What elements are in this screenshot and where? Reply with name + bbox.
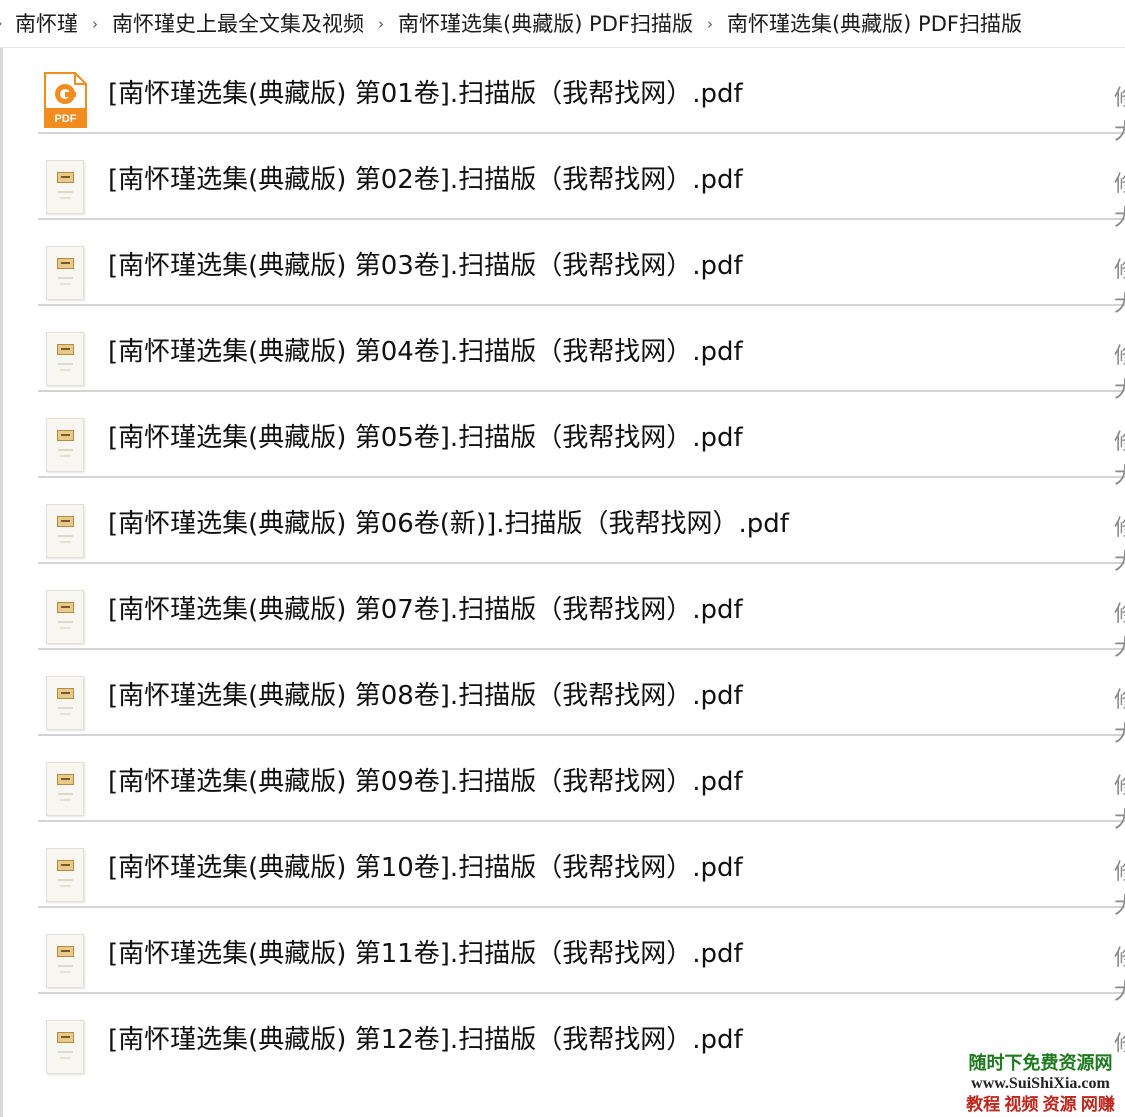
file-name[interactable]: [南怀瑾选集(典藏版) 第08卷].扫描版（我帮找网）.pdf: [108, 680, 743, 712]
watermark-url: www.SuiShiXia.com: [971, 1075, 1110, 1092]
modified-label-clipped: 修: [1114, 168, 1125, 202]
pdf-app-icon: PDF: [44, 72, 87, 128]
modified-label-clipped: 修: [1114, 254, 1125, 288]
modified-label-clipped: 修: [1114, 82, 1125, 116]
modified-label-clipped: 修: [1114, 512, 1125, 546]
breadcrumb-item-pdf-folder[interactable]: 南怀瑾选集(典藏版) PDF扫描版: [394, 0, 697, 47]
pdf-thumbnail-icon: [46, 332, 84, 386]
breadcrumb-item-root[interactable]: 南怀瑾: [11, 0, 82, 47]
site-watermark: 随时下免费资源网 www.SuiShiXia.com 教程 视频 资源 网赚: [956, 1052, 1125, 1117]
pdf-thumbnail-icon: [46, 934, 84, 988]
file-name[interactable]: [南怀瑾选集(典藏版) 第07卷].扫描版（我帮找网）.pdf: [108, 594, 743, 626]
file-row[interactable]: [南怀瑾选集(典藏版) 第08卷].扫描版（我帮找网）.pdf修大: [38, 650, 1125, 747]
file-name[interactable]: [南怀瑾选集(典藏版) 第04卷].扫描版（我帮找网）.pdf: [108, 336, 743, 368]
pdf-thumbnail-icon: [46, 504, 84, 558]
file-name[interactable]: [南怀瑾选集(典藏版) 第02卷].扫描版（我帮找网）.pdf: [108, 164, 743, 196]
file-name[interactable]: [南怀瑾选集(典藏版) 第09卷].扫描版（我帮找网）.pdf: [108, 766, 743, 798]
modified-label-clipped: 修: [1114, 684, 1125, 718]
svg-text:PDF: PDF: [55, 113, 77, 125]
file-name[interactable]: [南怀瑾选集(典藏版) 第01卷].扫描版（我帮找网）.pdf: [108, 78, 743, 110]
pdf-thumbnail-icon: [46, 590, 84, 644]
file-row[interactable]: [南怀瑾选集(典藏版) 第11卷].扫描版（我帮找网）.pdf修大: [38, 908, 1125, 1005]
file-name[interactable]: [南怀瑾选集(典藏版) 第10卷].扫描版（我帮找网）.pdf: [108, 852, 743, 884]
breadcrumb: › 南怀瑾 › 南怀瑾史上最全文集及视频 › 南怀瑾选集(典藏版) PDF扫描版…: [0, 0, 1125, 48]
modified-label-clipped: 修: [1114, 426, 1125, 460]
file-row[interactable]: [南怀瑾选集(典藏版) 第04卷].扫描版（我帮找网）.pdf修大: [38, 306, 1125, 403]
file-list: PDF[南怀瑾选集(典藏版) 第01卷].扫描版（我帮找网）.pdf修大[南怀瑾…: [38, 48, 1125, 1080]
file-row[interactable]: [南怀瑾选集(典藏版) 第03卷].扫描版（我帮找网）.pdf修大: [38, 220, 1125, 317]
file-explorer-window: › 南怀瑾 › 南怀瑾史上最全文集及视频 › 南怀瑾选集(典藏版) PDF扫描版…: [0, 0, 1125, 1117]
file-row[interactable]: [南怀瑾选集(典藏版) 第05卷].扫描版（我帮找网）.pdf修大: [38, 392, 1125, 489]
watermark-tagline: 教程 视频 资源 网赚: [966, 1095, 1115, 1114]
breadcrumb-item-collection[interactable]: 南怀瑾史上最全文集及视频: [108, 0, 368, 47]
file-row[interactable]: [南怀瑾选集(典藏版) 第06卷(新)].扫描版（我帮找网）.pdf修大: [38, 478, 1125, 575]
pdf-thumbnail-icon: [46, 418, 84, 472]
file-name[interactable]: [南怀瑾选集(典藏版) 第05卷].扫描版（我帮找网）.pdf: [108, 422, 743, 454]
chevron-right-icon[interactable]: ›: [697, 15, 723, 33]
breadcrumb-expand-chevron-icon[interactable]: ›: [0, 16, 11, 32]
modified-label-clipped: 修: [1114, 942, 1125, 976]
file-name[interactable]: [南怀瑾选集(典藏版) 第12卷].扫描版（我帮找网）.pdf: [108, 1024, 743, 1056]
pdf-thumbnail-icon: [46, 848, 84, 902]
file-row[interactable]: PDF[南怀瑾选集(典藏版) 第01卷].扫描版（我帮找网）.pdf修大: [38, 48, 1125, 145]
pdf-thumbnail-icon: [46, 676, 84, 730]
pdf-thumbnail-icon: [46, 160, 84, 214]
file-name[interactable]: [南怀瑾选集(典藏版) 第03卷].扫描版（我帮找网）.pdf: [108, 250, 743, 282]
file-row[interactable]: [南怀瑾选集(典藏版) 第07卷].扫描版（我帮找网）.pdf修大: [38, 564, 1125, 661]
chevron-right-icon[interactable]: ›: [368, 15, 394, 33]
watermark-title: 随时下免费资源网: [968, 1053, 1113, 1073]
modified-label-clipped: 修: [1114, 856, 1125, 890]
chevron-right-icon[interactable]: ›: [82, 15, 108, 33]
pdf-thumbnail-icon: [46, 762, 84, 816]
breadcrumb-item-current[interactable]: 南怀瑾选集(典藏版) PDF扫描版: [723, 0, 1026, 47]
file-row[interactable]: [南怀瑾选集(典藏版) 第02卷].扫描版（我帮找网）.pdf修大: [38, 134, 1125, 231]
modified-label-clipped: 修: [1114, 340, 1125, 374]
file-name[interactable]: [南怀瑾选集(典藏版) 第06卷(新)].扫描版（我帮找网）.pdf: [108, 508, 789, 540]
navigation-pane-edge: [0, 48, 3, 1117]
pdf-thumbnail-icon: [46, 1020, 84, 1074]
modified-label-clipped: 修: [1114, 598, 1125, 632]
file-row[interactable]: [南怀瑾选集(典藏版) 第09卷].扫描版（我帮找网）.pdf修大: [38, 736, 1125, 833]
file-name[interactable]: [南怀瑾选集(典藏版) 第11卷].扫描版（我帮找网）.pdf: [108, 938, 743, 970]
pdf-thumbnail-icon: [46, 246, 84, 300]
modified-label-clipped: 修: [1114, 770, 1125, 804]
file-row[interactable]: [南怀瑾选集(典藏版) 第10卷].扫描版（我帮找网）.pdf修大: [38, 822, 1125, 919]
